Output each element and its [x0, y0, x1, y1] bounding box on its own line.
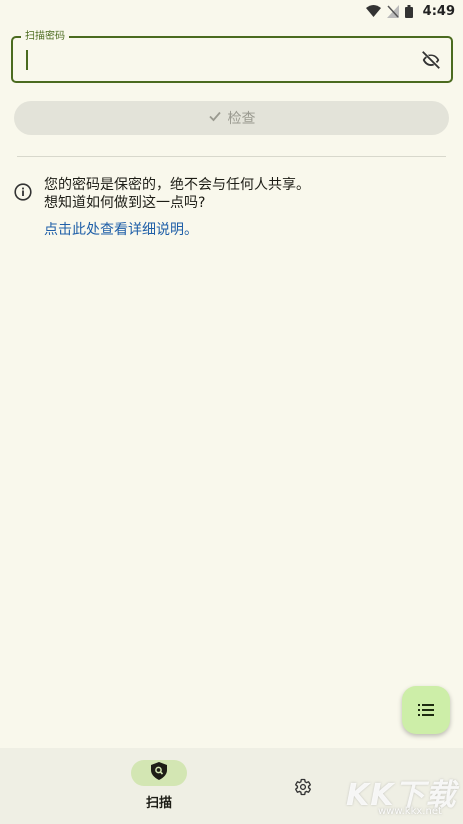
privacy-text-line2: 想知道如何做到这一点吗? — [44, 195, 206, 211]
nav-item-scan[interactable]: 扫描 — [127, 760, 191, 816]
battery-icon — [404, 4, 413, 18]
no-signal-icon — [386, 4, 399, 18]
check-icon — [208, 109, 222, 127]
password-field[interactable]: 扫描密码 — [11, 30, 453, 83]
check-button-label: 检查 — [227, 111, 256, 127]
gear-icon[interactable] — [292, 776, 314, 798]
status-bar: 4:49 — [0, 0, 463, 22]
nav-active-indicator — [131, 760, 187, 786]
list-fab-button[interactable] — [402, 686, 450, 734]
info-icon — [14, 183, 32, 205]
shield-search-icon — [151, 762, 167, 784]
wifi-icon — [365, 5, 381, 17]
privacy-text: 您的密码是保密的，绝不会与任何人共享。 想知道如何做到这一点吗? — [44, 176, 310, 212]
status-time: 4:49 — [422, 3, 455, 19]
text-cursor — [26, 50, 28, 70]
details-link[interactable]: 点击此处查看详细说明。 — [44, 219, 198, 239]
check-button[interactable]: 检查 — [14, 101, 449, 135]
password-field-label: 扫描密码 — [21, 30, 69, 44]
watermark-url: www.kkx.net — [378, 806, 442, 817]
list-icon — [418, 701, 434, 720]
privacy-text-line1: 您的密码是保密的，绝不会与任何人共享。 — [44, 177, 310, 193]
divider — [17, 156, 446, 157]
visibility-off-icon[interactable] — [419, 48, 443, 72]
nav-item-scan-label: 扫描 — [145, 796, 172, 811]
